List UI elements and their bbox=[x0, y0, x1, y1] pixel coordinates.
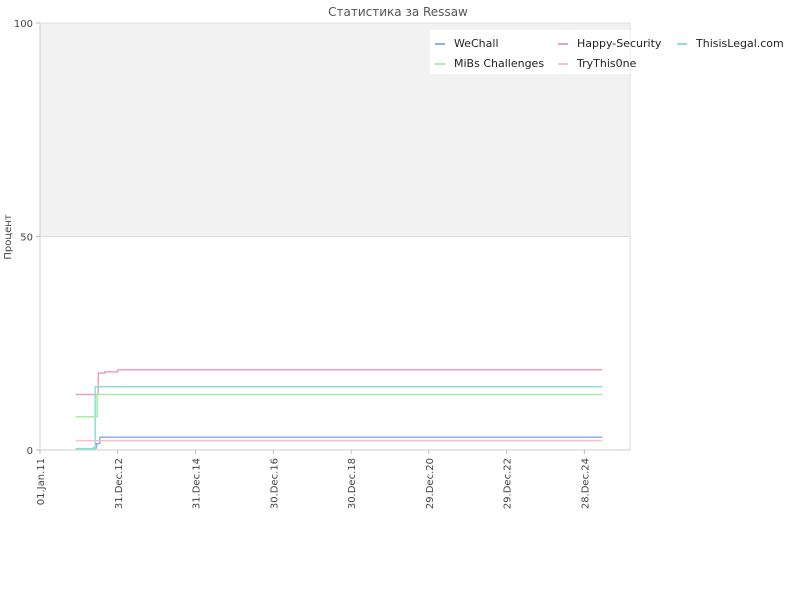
y-tick-label: 50 bbox=[20, 233, 33, 244]
y-axis-label: Процент bbox=[3, 214, 14, 259]
legend-label: ThisisLegal.com bbox=[695, 37, 784, 50]
chart-title: Статистика за Ressaw bbox=[328, 5, 468, 19]
x-tick-label: 29.Dec.20 bbox=[425, 458, 436, 509]
x-tick-label: 01.Jan.11 bbox=[36, 458, 47, 505]
x-tick-label: 28.Dec.24 bbox=[580, 458, 591, 509]
y-tick-label: 100 bbox=[14, 19, 33, 30]
x-tick-label: 31.Dec.14 bbox=[192, 458, 203, 509]
legend-label: WeChall bbox=[454, 37, 499, 50]
legend: WeChall MiBs Challenges Happy-Security TryT… bbox=[430, 30, 784, 74]
y-ticks: 0 50 100 bbox=[14, 19, 40, 457]
x-tick-label: 30.Dec.16 bbox=[269, 458, 280, 509]
legend-item: ThisisLegal.com bbox=[677, 37, 784, 50]
legend-label: Happy-Security bbox=[577, 37, 662, 50]
x-ticks: 01.Jan.11 31.Dec.12 31.Dec.14 30.Dec.16 30.D… bbox=[36, 450, 591, 509]
x-tick-label: 29.Dec.22 bbox=[503, 458, 514, 509]
x-tick-label: 30.Dec.18 bbox=[347, 458, 358, 509]
y-tick-label: 0 bbox=[27, 446, 33, 457]
x-tick-label: 31.Dec.12 bbox=[114, 458, 125, 509]
legend-label: MiBs Challenges bbox=[454, 57, 544, 70]
legend-label: TryThis0ne bbox=[576, 57, 637, 70]
chart: Статистика за Ressaw Процент 0 50 100 01.J… bbox=[3, 5, 784, 509]
